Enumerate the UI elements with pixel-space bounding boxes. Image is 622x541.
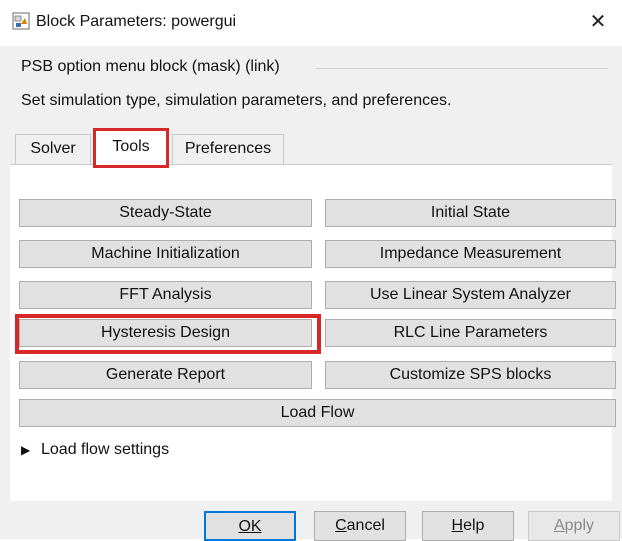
ok-label: OK	[238, 518, 262, 535]
impedance-measurement-button[interactable]: Impedance Measurement	[325, 240, 616, 268]
apply-mnemonic: A	[553, 517, 565, 534]
machine-initialization-button[interactable]: Machine Initialization	[19, 240, 312, 268]
apply-button[interactable]: Apply	[528, 511, 620, 541]
cancel-label: ancel	[346, 517, 385, 534]
close-icon: ✕	[589, 11, 607, 33]
tab-tools[interactable]: Tools	[93, 128, 169, 168]
initial-state-button[interactable]: Initial State	[325, 199, 616, 227]
hysteresis-design-button[interactable]: Hysteresis Design	[19, 319, 312, 347]
rlc-line-parameters-button[interactable]: RLC Line Parameters	[325, 319, 616, 347]
window-title: Block Parameters: powergui	[36, 13, 237, 30]
ok-button[interactable]: OK	[204, 511, 296, 541]
help-button[interactable]: Help	[422, 511, 514, 541]
simulink-block-icon	[12, 12, 30, 30]
dialog-window: Block Parameters: powergui ✕ PSB option …	[0, 0, 622, 541]
cancel-button[interactable]: Cancel	[314, 511, 406, 541]
fft-analysis-button[interactable]: FFT Analysis	[19, 281, 312, 309]
customize-sps-blocks-button[interactable]: Customize SPS blocks	[325, 361, 616, 389]
apply-label: pply	[564, 517, 595, 534]
tab-solver[interactable]: Solver	[15, 134, 91, 164]
group-divider	[316, 68, 608, 69]
help-mnemonic: H	[451, 517, 464, 534]
group-title: PSB option menu block (mask) (link)	[21, 58, 280, 75]
load-flow-settings-label: Load flow settings	[41, 441, 170, 458]
title-bar: Block Parameters: powergui ✕	[0, 0, 622, 46]
linear-system-analyzer-button[interactable]: Use Linear System Analyzer	[325, 281, 616, 309]
expand-arrow-icon: ▶	[21, 443, 31, 457]
load-flow-settings-expander[interactable]: ▶ Load flow settings	[21, 438, 169, 462]
generate-report-button[interactable]: Generate Report	[19, 361, 312, 389]
load-flow-button[interactable]: Load Flow	[19, 399, 616, 427]
help-label: elp	[463, 517, 485, 534]
tab-preferences[interactable]: Preferences	[172, 134, 284, 164]
close-button[interactable]: ✕	[584, 8, 612, 36]
cancel-mnemonic: C	[335, 517, 347, 534]
description-text: Set simulation type, simulation paramete…	[21, 92, 452, 109]
steady-state-button[interactable]: Steady-State	[19, 199, 312, 227]
